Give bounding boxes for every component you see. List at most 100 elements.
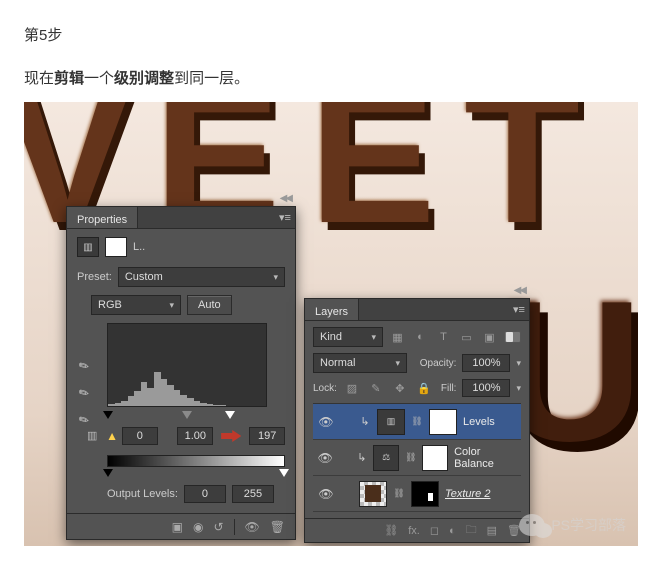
- link-icon[interactable]: ⛓: [405, 452, 416, 463]
- filter-kind-dropdown[interactable]: Kind ▾: [313, 327, 383, 347]
- input-black-handle[interactable]: [103, 411, 113, 419]
- adjustment-thumb[interactable]: ▥: [377, 409, 405, 435]
- channel-value: RGB: [98, 299, 122, 311]
- mask-thumb[interactable]: [429, 409, 457, 435]
- step-body: 现在剪辑一个级别调整到同一层。: [24, 67, 638, 88]
- output-black-handle[interactable]: [103, 469, 113, 477]
- filter-adjustment-icon[interactable]: ◐: [412, 328, 429, 346]
- properties-panel: ◀◀ Properties ▾≡ ▥ L.. Preset: Custom▾ R…: [66, 206, 296, 540]
- histogram[interactable]: [107, 323, 267, 407]
- output-slider[interactable]: [107, 469, 285, 479]
- body-bold-1: 剪辑: [54, 70, 84, 87]
- properties-footer: ▣ ◉ ↺ 👁 🗑: [67, 513, 295, 539]
- filter-pixel-icon[interactable]: ▦: [389, 328, 406, 346]
- mask-thumb[interactable]: [411, 481, 439, 507]
- input-white-field[interactable]: 197: [249, 427, 285, 445]
- wechat-icon: [519, 514, 545, 536]
- panel-tabbar: Layers ▾≡: [305, 299, 529, 321]
- layer-name[interactable]: Levels: [463, 416, 495, 428]
- bg-letter: E: [309, 102, 436, 252]
- layers-footer: ⛓ fx. ◻ ◐ 🗀 ▤ 🗑: [305, 518, 529, 542]
- lock-label: Lock:: [313, 383, 337, 394]
- collapse-icon[interactable]: ◀◀: [514, 285, 525, 296]
- layer-name[interactable]: Color Balance: [454, 446, 517, 470]
- lock-pixels-icon[interactable]: ✎: [367, 379, 385, 397]
- delete-icon[interactable]: 🗑: [270, 520, 285, 534]
- chevron-down-icon[interactable]: ▾: [516, 358, 521, 369]
- fill-field[interactable]: 100%: [462, 379, 510, 397]
- properties-tab[interactable]: Properties: [67, 207, 138, 228]
- input-black-field[interactable]: 0: [122, 427, 158, 445]
- new-layer-icon[interactable]: ▤: [487, 524, 497, 537]
- visibility-icon[interactable]: 👁: [317, 487, 335, 501]
- input-white-handle[interactable]: [225, 411, 235, 419]
- filter-kind-value: Kind: [320, 331, 342, 343]
- filter-type-icon[interactable]: T: [435, 328, 452, 346]
- white-point-eyedropper-icon[interactable]: ✎: [72, 408, 97, 433]
- preset-value: Custom: [125, 271, 163, 283]
- layer-row-texture-2[interactable]: 👁 ⛓ Texture 2: [313, 476, 521, 512]
- layer-thumb[interactable]: [359, 481, 387, 507]
- layer-name[interactable]: Texture 2: [445, 488, 490, 500]
- view-previous-icon[interactable]: ◉: [193, 520, 203, 534]
- channel-dropdown[interactable]: RGB ▾: [91, 295, 181, 315]
- layers-tab[interactable]: Layers: [305, 299, 359, 320]
- adjustment-name-short: L..: [133, 241, 145, 253]
- panel-menu-icon[interactable]: ▾≡: [509, 299, 529, 320]
- filter-shape-icon[interactable]: ▭: [458, 328, 475, 346]
- clip-indicator-icon: ↳: [359, 415, 371, 428]
- chevron-down-icon: ▾: [169, 300, 174, 311]
- gray-point-eyedropper-icon[interactable]: ✎: [72, 381, 97, 406]
- adjustment-thumb[interactable]: ⚖: [373, 445, 399, 471]
- opacity-field[interactable]: 100%: [462, 354, 510, 372]
- link-layers-icon[interactable]: ⛓: [384, 524, 398, 537]
- toggle-visibility-icon[interactable]: 👁: [245, 520, 260, 534]
- output-white-handle[interactable]: [279, 469, 289, 477]
- clip-icon[interactable]: ▣: [172, 520, 183, 534]
- blend-mode-dropdown[interactable]: Normal▾: [313, 353, 407, 373]
- panel-tabbar: Properties ▾≡: [67, 207, 295, 229]
- layer-fx-icon[interactable]: fx.: [408, 525, 420, 537]
- visibility-icon[interactable]: 👁: [317, 451, 333, 465]
- auto-button[interactable]: Auto: [187, 295, 232, 315]
- layer-filter-row: Kind ▾ ▦ ◐ T ▭ ▣: [313, 327, 521, 347]
- output-gradient[interactable]: [107, 455, 285, 467]
- reset-icon[interactable]: ↺: [213, 520, 223, 534]
- filter-smart-icon[interactable]: ▣: [481, 328, 498, 346]
- link-icon[interactable]: ⛓: [411, 416, 423, 427]
- lock-transparent-icon[interactable]: ▨: [343, 379, 361, 397]
- warning-icon[interactable]: ▲: [106, 429, 118, 443]
- tutorial-screenshot: V E E T U ◀◀ Properties ▾≡ ▥ L.. Preset:…: [24, 102, 638, 546]
- mask-thumb[interactable]: [422, 445, 448, 471]
- preset-dropdown[interactable]: Custom ▾: [118, 267, 285, 287]
- output-label: Output Levels:: [107, 488, 178, 500]
- add-mask-icon[interactable]: ◻: [430, 524, 439, 537]
- watermark-text: PS学习部落: [551, 515, 626, 535]
- filter-toggle[interactable]: [504, 331, 521, 343]
- panel-menu-icon[interactable]: ▾≡: [275, 207, 295, 228]
- output-black-field[interactable]: 0: [184, 485, 226, 503]
- input-gamma-handle[interactable]: [182, 411, 192, 419]
- input-slider[interactable]: [107, 411, 267, 423]
- new-group-icon[interactable]: 🗀: [466, 521, 477, 540]
- input-gamma-field[interactable]: 1.00: [177, 427, 213, 445]
- chevron-down-icon[interactable]: ▾: [516, 383, 521, 394]
- new-adjustment-icon[interactable]: ◐: [449, 525, 456, 537]
- lock-all-icon[interactable]: 🔒: [415, 379, 433, 397]
- chevron-down-icon: ▾: [273, 272, 278, 283]
- collapse-icon[interactable]: ◀◀: [280, 193, 291, 204]
- black-point-eyedropper-icon[interactable]: ✎: [72, 354, 97, 379]
- mask-thumb[interactable]: [105, 237, 127, 257]
- body-bold-2: 级别调整: [114, 70, 174, 87]
- body-suffix: 到同一层。: [174, 70, 249, 87]
- visibility-icon[interactable]: 👁: [317, 415, 335, 429]
- output-white-field[interactable]: 255: [232, 485, 274, 503]
- link-icon[interactable]: ⛓: [393, 488, 405, 499]
- lock-position-icon[interactable]: ✥: [391, 379, 409, 397]
- opacity-label: Opacity:: [420, 358, 457, 369]
- layer-row-color-balance[interactable]: 👁 ↳ ⚖ ⛓ Color Balance: [313, 440, 521, 476]
- chevron-down-icon: ▾: [371, 332, 376, 343]
- layer-row-levels[interactable]: 👁 ↳ ▥ ⛓ Levels: [313, 404, 521, 440]
- blend-mode-value: Normal: [320, 357, 355, 369]
- histogram-icon: ▥: [87, 429, 102, 443]
